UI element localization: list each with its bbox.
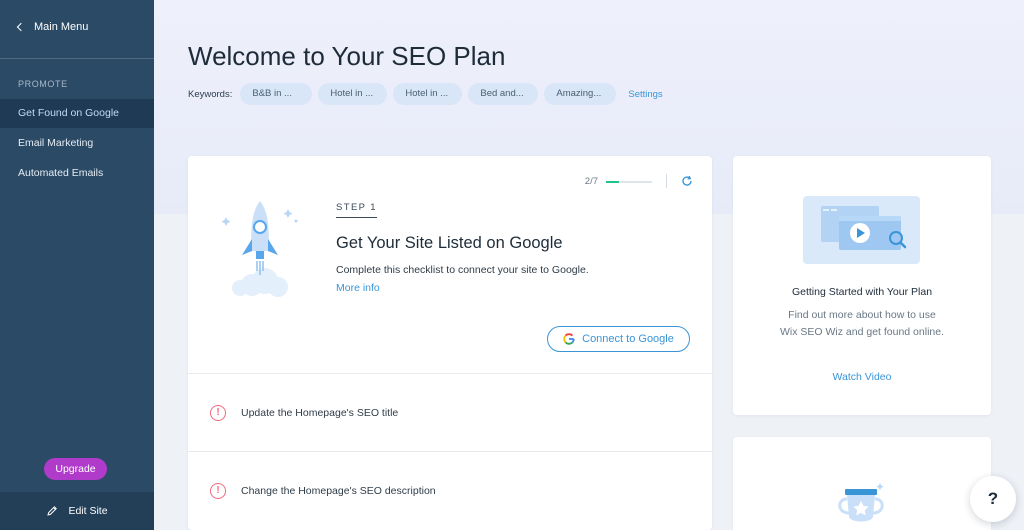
getting-started-description: Find out more about how to use Wix SEO W… <box>733 307 991 341</box>
trophy-icon <box>838 483 884 522</box>
keyword-chip[interactable]: B&B in ... <box>240 83 313 105</box>
main-menu-label: Main Menu <box>34 21 89 33</box>
sidebar-divider <box>0 58 154 59</box>
step-progress: 2/7 <box>585 176 652 187</box>
getting-started-description-line: Wix SEO Wiz and get found online. <box>780 326 944 338</box>
task-row[interactable]: ! Change the Homepage's SEO description <box>188 451 712 529</box>
edit-site-label: Edit Site <box>68 505 108 517</box>
keywords-settings-link[interactable]: Settings <box>628 89 662 100</box>
achievement-card <box>733 437 991 530</box>
keywords-label: Keywords: <box>188 88 233 100</box>
keyword-chip[interactable]: Bed and... <box>468 83 539 105</box>
getting-started-title: Getting Started with Your Plan <box>791 286 933 298</box>
step-title: Get Your Site Listed on Google <box>336 234 563 252</box>
main-menu-back-link[interactable]: Main Menu <box>16 21 89 33</box>
warning-icon: ! <box>210 404 226 421</box>
refresh-icon[interactable] <box>681 175 693 187</box>
getting-started-card: Getting Started with Your Plan Find out … <box>733 156 991 415</box>
watch-video-link[interactable]: Watch Video <box>733 371 991 383</box>
connect-to-google-label: Connect to Google <box>582 333 674 345</box>
step-card: 2/7 STEP 1 Get Your Site Listed on Googl… <box>188 156 712 530</box>
upgrade-button[interactable]: Upgrade <box>44 458 107 480</box>
progress-divider <box>666 174 667 188</box>
step-label: STEP 1 <box>336 202 377 218</box>
video-illustration <box>803 196 920 264</box>
task-row[interactable]: ! Update the Homepage's SEO title <box>188 373 712 451</box>
more-info-link[interactable]: More info <box>336 282 380 294</box>
keyword-chip[interactable]: Amazing... <box>544 83 617 105</box>
sidebar-section-label: PROMOTE <box>18 79 68 89</box>
rocket-illustration <box>221 201 298 297</box>
progress-bar-fill <box>606 180 620 183</box>
edit-site-button[interactable]: Edit Site <box>0 492 154 530</box>
connect-to-google-button[interactable]: Connect to Google <box>547 326 690 352</box>
task-label: Update the Homepage's SEO title <box>241 406 399 419</box>
chevron-left-icon <box>16 22 26 32</box>
task-label: Change the Homepage's SEO description <box>241 484 436 497</box>
step-description: Complete this checklist to connect your … <box>336 264 589 276</box>
sidebar-item-email-marketing[interactable]: Email Marketing <box>0 129 154 158</box>
keyword-chip[interactable]: Hotel in ... <box>393 83 463 105</box>
sidebar-item-get-found-on-google[interactable]: Get Found on Google <box>0 99 154 128</box>
help-button[interactable]: ? <box>970 476 1016 522</box>
google-icon <box>563 333 575 345</box>
progress-count: 2/7 <box>584 176 598 187</box>
progress-bar <box>606 180 652 183</box>
getting-started-description-line: Find out more about how to use <box>788 309 936 321</box>
warning-icon: ! <box>210 482 226 499</box>
keywords-bar: Keywords: B&B in ... Hotel in ... Hotel … <box>188 83 663 105</box>
sidebar-item-automated-emails[interactable]: Automated Emails <box>0 159 154 188</box>
pencil-icon <box>47 506 58 516</box>
sidebar: Main Menu PROMOTE Get Found on Google Em… <box>0 0 154 530</box>
keyword-chip[interactable]: Hotel in ... <box>318 83 388 105</box>
page-title: Welcome to Your SEO Plan <box>188 41 506 71</box>
